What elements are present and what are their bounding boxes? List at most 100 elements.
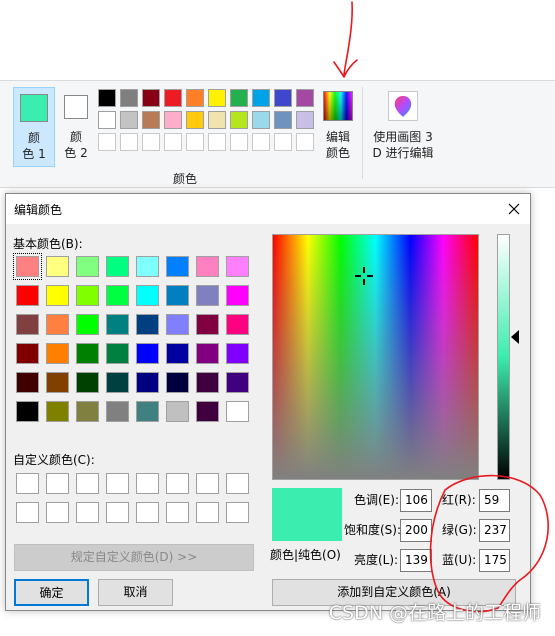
palette-swatch[interactable] xyxy=(164,111,182,129)
basic-color-swatch[interactable] xyxy=(136,285,159,306)
palette-empty-swatch[interactable] xyxy=(252,133,270,151)
palette-swatch[interactable] xyxy=(142,89,160,107)
basic-color-swatch[interactable] xyxy=(226,285,249,306)
luminance-slider[interactable] xyxy=(497,234,510,480)
custom-color-swatch[interactable] xyxy=(136,473,159,494)
basic-color-swatch[interactable] xyxy=(136,343,159,364)
basic-color-swatch[interactable] xyxy=(226,314,249,335)
custom-color-swatch[interactable] xyxy=(226,473,249,494)
palette-swatch[interactable] xyxy=(274,111,292,129)
custom-color-swatch[interactable] xyxy=(166,502,189,523)
palette-empty-swatch[interactable] xyxy=(142,133,160,151)
basic-color-swatch[interactable] xyxy=(16,343,39,364)
basic-color-swatch[interactable] xyxy=(166,343,189,364)
basic-color-swatch[interactable] xyxy=(196,372,219,393)
palette-empty-swatch[interactable] xyxy=(296,133,314,151)
custom-color-swatch[interactable] xyxy=(196,473,219,494)
basic-color-swatch[interactable] xyxy=(166,285,189,306)
luminance-arrow-icon[interactable] xyxy=(511,330,519,344)
custom-color-swatch[interactable] xyxy=(76,502,99,523)
define-custom-colors-button[interactable]: 规定自定义颜色(D) >> xyxy=(14,544,254,571)
edit-colors-button[interactable]: 编辑 颜色 xyxy=(320,87,356,167)
basic-color-swatch[interactable] xyxy=(76,372,99,393)
palette-swatch[interactable] xyxy=(186,89,204,107)
palette-swatch[interactable] xyxy=(296,89,314,107)
palette-empty-swatch[interactable] xyxy=(274,133,292,151)
palette-swatch[interactable] xyxy=(296,111,314,129)
color2-button[interactable]: 颜 色 2 xyxy=(56,87,96,167)
custom-color-swatch[interactable] xyxy=(16,502,39,523)
palette-swatch[interactable] xyxy=(274,89,292,107)
custom-color-swatch[interactable] xyxy=(16,473,39,494)
custom-color-swatch[interactable] xyxy=(106,502,129,523)
basic-color-swatch[interactable] xyxy=(16,285,39,306)
basic-color-swatch[interactable] xyxy=(106,343,129,364)
custom-color-swatch[interactable] xyxy=(76,473,99,494)
palette-swatch[interactable] xyxy=(142,111,160,129)
palette-swatch[interactable] xyxy=(186,111,204,129)
palette-empty-swatch[interactable] xyxy=(120,133,138,151)
basic-color-swatch[interactable] xyxy=(196,314,219,335)
basic-color-swatch[interactable] xyxy=(13,253,42,280)
basic-color-swatch[interactable] xyxy=(16,314,39,335)
basic-color-swatch[interactable] xyxy=(196,256,219,277)
custom-color-swatch[interactable] xyxy=(106,473,129,494)
basic-color-swatch[interactable] xyxy=(46,372,69,393)
basic-color-swatch[interactable] xyxy=(136,372,159,393)
basic-color-swatch[interactable] xyxy=(136,256,159,277)
color1-button[interactable]: 颜 色 1 xyxy=(13,87,55,167)
palette-swatch[interactable] xyxy=(120,89,138,107)
custom-color-swatch[interactable] xyxy=(136,502,159,523)
basic-color-swatch[interactable] xyxy=(46,401,69,422)
palette-swatch[interactable] xyxy=(164,89,182,107)
basic-color-swatch[interactable] xyxy=(226,343,249,364)
basic-color-swatch[interactable] xyxy=(226,256,249,277)
basic-color-swatch[interactable] xyxy=(16,401,39,422)
palette-swatch[interactable] xyxy=(120,111,138,129)
sat-field[interactable]: 200 xyxy=(400,519,432,542)
palette-swatch[interactable] xyxy=(208,89,226,107)
basic-color-swatch[interactable] xyxy=(46,285,69,306)
palette-swatch[interactable] xyxy=(252,89,270,107)
palette-swatch[interactable] xyxy=(230,111,248,129)
basic-color-swatch[interactable] xyxy=(136,314,159,335)
red-field[interactable]: 59 xyxy=(479,489,510,512)
basic-color-swatch[interactable] xyxy=(76,285,99,306)
palette-empty-swatch[interactable] xyxy=(98,133,116,151)
palette-empty-swatch[interactable] xyxy=(164,133,182,151)
lum-field[interactable]: 139 xyxy=(400,549,432,572)
close-icon[interactable] xyxy=(500,196,528,222)
basic-color-swatch[interactable] xyxy=(106,401,129,422)
basic-color-swatch[interactable] xyxy=(46,256,69,277)
hue-field[interactable]: 106 xyxy=(400,489,432,512)
basic-color-swatch[interactable] xyxy=(196,401,219,422)
basic-color-swatch[interactable] xyxy=(16,372,39,393)
basic-color-swatch[interactable] xyxy=(166,401,189,422)
basic-color-swatch[interactable] xyxy=(76,401,99,422)
custom-color-swatch[interactable] xyxy=(166,473,189,494)
palette-swatch[interactable] xyxy=(208,111,226,129)
palette-swatch[interactable] xyxy=(98,111,116,129)
palette-empty-swatch[interactable] xyxy=(208,133,226,151)
basic-color-swatch[interactable] xyxy=(166,372,189,393)
blue-field[interactable]: 175 xyxy=(479,549,510,572)
basic-color-swatch[interactable] xyxy=(106,256,129,277)
palette-swatch[interactable] xyxy=(252,111,270,129)
custom-color-swatch[interactable] xyxy=(196,502,219,523)
basic-color-swatch[interactable] xyxy=(226,401,249,422)
palette-swatch[interactable] xyxy=(230,89,248,107)
basic-color-swatch[interactable] xyxy=(46,343,69,364)
paint3d-button[interactable]: 使用画图 3 D 进行编辑 xyxy=(368,87,438,167)
basic-color-swatch[interactable] xyxy=(166,314,189,335)
palette-empty-swatch[interactable] xyxy=(230,133,248,151)
basic-color-swatch[interactable] xyxy=(136,401,159,422)
basic-color-swatch[interactable] xyxy=(76,314,99,335)
ok-button[interactable]: 确定 xyxy=(14,579,89,606)
custom-color-swatch[interactable] xyxy=(46,473,69,494)
basic-color-swatch[interactable] xyxy=(196,343,219,364)
green-field[interactable]: 237 xyxy=(479,519,510,542)
basic-color-swatch[interactable] xyxy=(196,285,219,306)
custom-color-swatch[interactable] xyxy=(46,502,69,523)
basic-color-swatch[interactable] xyxy=(166,256,189,277)
custom-color-swatch[interactable] xyxy=(226,502,249,523)
